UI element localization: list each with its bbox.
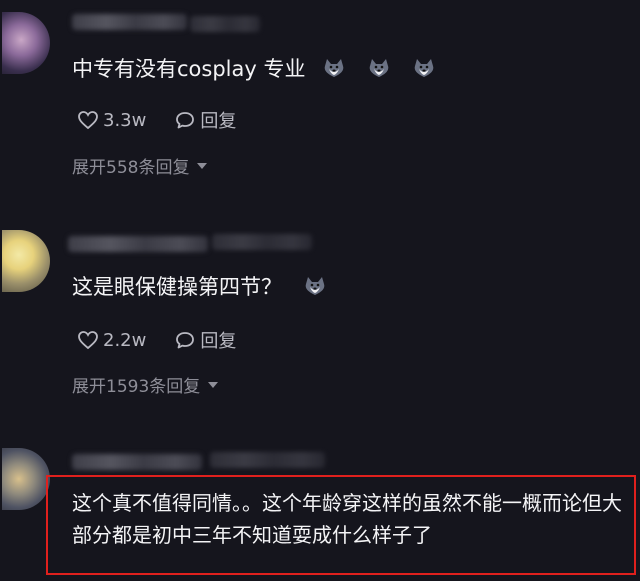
username-blurred[interactable] bbox=[68, 236, 208, 252]
caret-down-icon bbox=[208, 381, 219, 388]
expand-replies-button[interactable]: 展开558条回复 bbox=[72, 153, 208, 178]
reply-button[interactable]: 回复 bbox=[174, 327, 236, 353]
avatar[interactable] bbox=[2, 230, 50, 292]
husky-emoji-icon bbox=[305, 277, 324, 295]
username-blurred[interactable] bbox=[72, 454, 202, 470]
username-blurred bbox=[212, 234, 312, 250]
caret-down-icon bbox=[197, 162, 208, 169]
comment-text: 中专有没有cosplay 专业 bbox=[72, 54, 436, 84]
comment-item: 这是眼保健操第四节？ 2.2w 回复 展开1593条回复 bbox=[0, 220, 640, 420]
husky-emoji-icon bbox=[414, 59, 433, 77]
heart-icon bbox=[78, 111, 98, 130]
like-count: 2.2w bbox=[103, 329, 147, 351]
like-count: 3.3w bbox=[103, 109, 147, 131]
avatar[interactable] bbox=[2, 448, 50, 510]
husky-emoji-icon bbox=[369, 59, 389, 77]
expand-replies-button[interactable]: 展开1593条回复 bbox=[72, 372, 219, 397]
expand-replies-label: 展开558条回复 bbox=[72, 158, 190, 178]
like-button[interactable]: 3.3w bbox=[77, 110, 146, 131]
username-blurred bbox=[210, 452, 325, 468]
avatar[interactable] bbox=[2, 12, 50, 74]
comment-item: 中专有没有cosplay 专业 3.3w 回复 展开558条回复 bbox=[0, 0, 640, 200]
comment-actions: 3.3w 回复 bbox=[77, 107, 264, 133]
comment-text: 这个真不值得同情。。这个年龄穿这样的虽然不能一概而论但大部分都是初中三年不知道耍… bbox=[72, 491, 622, 547]
expand-replies-label: 展开1593条回复 bbox=[72, 377, 201, 397]
reply-button[interactable]: 回复 bbox=[174, 107, 236, 133]
username-blurred[interactable] bbox=[72, 14, 187, 30]
username-blurred bbox=[190, 16, 260, 32]
like-button[interactable]: 2.2w bbox=[77, 330, 146, 351]
comment-list: 中专有没有cosplay 专业 3.3w 回复 展开558条回复 这是眼保健操第… bbox=[0, 0, 640, 581]
comment-text: 这是眼保健操第四节？ bbox=[72, 272, 327, 302]
speech-bubble-icon bbox=[176, 332, 195, 349]
comment-actions: 2.2w 回复 bbox=[77, 327, 264, 353]
speech-bubble-icon bbox=[176, 112, 195, 129]
reply-label: 回复 bbox=[200, 331, 237, 352]
husky-emoji-icon bbox=[324, 59, 344, 77]
reply-label: 回复 bbox=[200, 111, 237, 132]
heart-icon bbox=[78, 331, 98, 350]
